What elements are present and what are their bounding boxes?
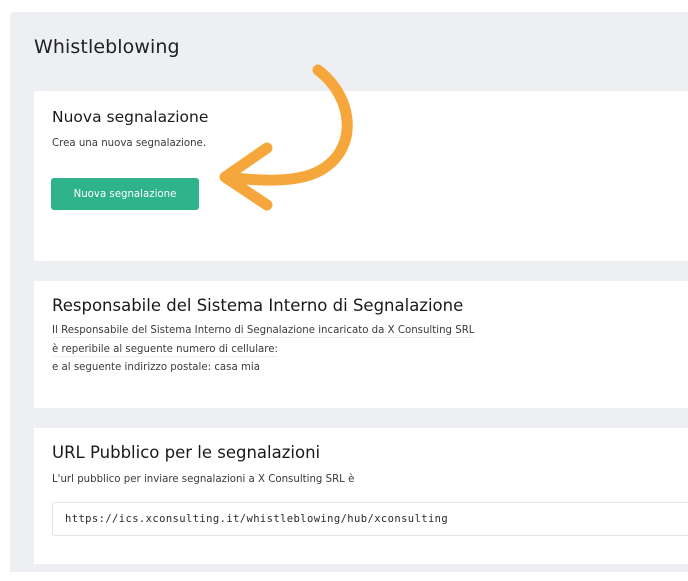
public-url-description: L'url pubblico per inviare segnalazioni … <box>52 474 355 485</box>
responsible-line-3: e al seguente indirizzo postale: casa mi… <box>52 362 260 373</box>
responsible-line-2: è reperibile al seguente numero di cellu… <box>52 344 278 357</box>
new-report-card: Nuova segnalazione Crea una nuova segnal… <box>34 91 688 261</box>
new-report-button[interactable]: Nuova segnalazione <box>51 178 199 210</box>
responsible-card: Responsabile del Sistema Interno di Segn… <box>34 281 688 408</box>
public-url-card: URL Pubblico per le segnalazioni L'url p… <box>34 428 688 564</box>
responsible-line-1: Il Responsabile del Sistema Interno di S… <box>52 325 475 338</box>
public-url-title: URL Pubblico per le segnalazioni <box>52 443 321 462</box>
responsible-title: Responsabile del Sistema Interno di Segn… <box>52 296 464 315</box>
new-report-description: Crea una nuova segnalazione. <box>52 138 207 149</box>
public-url-field[interactable] <box>52 502 688 536</box>
page-title: Whistleblowing <box>34 36 180 58</box>
new-report-title: Nuova segnalazione <box>52 108 209 126</box>
